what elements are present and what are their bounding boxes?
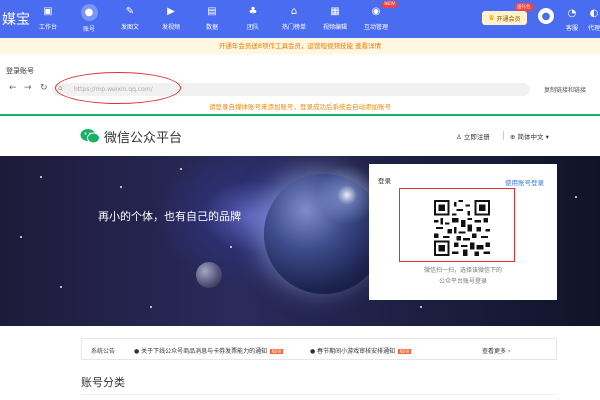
nav-item-publish-article[interactable]: ✎ 发图文 <box>113 3 147 35</box>
vip-gift-tag: 送礼包 <box>515 3 533 11</box>
app-logo[interactable]: 媒宝 <box>2 9 30 29</box>
agent-label: 代理 <box>587 25 600 32</box>
top-navigation-bar: 媒宝 ▣ 工作台 ● 账号 ✎ 发图文 ▶ 发视频 ▤ 数据 ♣ 团队 ⌂ 热门… <box>0 0 600 38</box>
new-badge: NEW <box>398 349 411 354</box>
nav-item-hot-list[interactable]: ⌂ 热门榜单 <box>277 3 311 35</box>
refresh-icon[interactable]: ↻ <box>40 83 48 93</box>
nav-label-account: 账号 <box>82 26 95 33</box>
announcement-item[interactable]: ● 春节期间小游戏审核安排通知 NEW <box>310 346 411 355</box>
vip-button[interactable]: ♛ 开通会员 <box>482 11 527 25</box>
nav-item-workbench[interactable]: ▣ 工作台 <box>31 3 65 35</box>
qr-hint-line-1: 微信扫一扫，选择该微信下的 <box>423 267 502 274</box>
announcement-text: 关于下线公众号商品消息与卡券发票能力的通知 <box>141 348 268 355</box>
small-planet-illustration <box>196 262 222 288</box>
new-badge: NEW <box>270 349 283 354</box>
nav-item-video-edit[interactable]: ▦ 视频编辑 <box>318 3 352 35</box>
avatar[interactable]: ● <box>538 8 554 24</box>
login-card-title: 登录 <box>378 177 391 185</box>
announcement-label: 系统公告 <box>91 348 116 355</box>
login-tip-text: 请登录自媒体账号来添加账号，登录成功后系统会自动添加账号 <box>209 103 391 111</box>
nav-item-team[interactable]: ♣ 团队 <box>236 3 270 35</box>
agent-icon: ◐ <box>589 8 599 19</box>
video-icon: ▶ <box>167 6 175 17</box>
announcement-text: 春节期间小游戏审核安排通知 <box>317 348 396 355</box>
nav-item-publish-video[interactable]: ▶ 发视频 <box>154 3 188 35</box>
copy-link-button[interactable]: 复制链接和链接 <box>544 85 586 94</box>
back-arrow-icon[interactable]: ← <box>9 83 17 93</box>
wechat-platform-title: 微信公众平台 <box>104 131 183 146</box>
vip-button-label: 开通会员 <box>496 15 521 23</box>
nav-item-data[interactable]: ▤ 数据 <box>195 3 229 35</box>
user-icon: ● <box>80 4 98 21</box>
nav-label-publish-article: 发图文 <box>120 24 139 31</box>
qr-hint-line-2: 公众平台账号登录 <box>438 278 487 285</box>
nav-label-interaction: 互动管理 <box>363 24 388 31</box>
nav-item-interaction[interactable]: ◉ 互动管理 NEW <box>359 1 397 35</box>
person-icon: ♙ <box>456 133 464 141</box>
language-selector[interactable]: ⊕ 简体中文 ▾ <box>510 131 549 141</box>
section-title: 账号分类 <box>81 376 125 389</box>
hero-slogan: 再小的个体，也有自己的品牌 <box>98 210 241 223</box>
workbench-icon: ▣ <box>43 6 53 17</box>
wechat-logo-icon <box>80 129 100 144</box>
nav-label-data: 数据 <box>205 24 218 31</box>
chart-icon: ▤ <box>207 6 217 17</box>
new-badge: NEW <box>382 1 397 8</box>
promo-notice-bar[interactable]: 开通年会员送8项作工具会员，运营短视频技能 查看详情 <box>0 38 600 54</box>
nav-label-workbench: 工作台 <box>38 24 57 31</box>
film-icon: ▦ <box>330 6 340 17</box>
register-label: 立即注册 <box>463 133 490 141</box>
crown-icon: ♛ <box>488 14 495 22</box>
header-divider <box>503 131 504 140</box>
nav-label-publish-video: 发视频 <box>161 24 180 31</box>
headset-icon: ◔ <box>567 8 577 19</box>
message-icon: ◉ <box>371 6 381 17</box>
chevron-right-icon: › <box>506 348 511 355</box>
service-label: 客服 <box>565 25 578 32</box>
qr-code-image[interactable] <box>434 200 490 256</box>
globe-icon: ⊕ <box>510 133 518 141</box>
service-button[interactable]: ◔ 客服 <box>562 8 582 33</box>
agent-button[interactable]: ◐ 代理 <box>584 8 600 33</box>
view-more-label: 查看更多 <box>482 348 507 355</box>
qr-scan-hint: 微信扫一扫，选择该微信下的 公众平台账号登录 <box>370 265 556 287</box>
nav-label-hot-list: 热门榜单 <box>281 24 306 31</box>
register-link[interactable]: ♙ 立即注册 <box>456 131 490 141</box>
nav-label-team: 团队 <box>246 24 259 31</box>
nav-item-account[interactable]: ● 账号 <box>72 3 106 35</box>
chevron-down-icon: ▾ <box>543 133 549 141</box>
forward-arrow-icon[interactable]: → <box>24 83 32 93</box>
nav-label-video-edit: 视频编辑 <box>322 24 347 31</box>
screenshot-root: 媒宝 ▣ 工作台 ● 账号 ✎ 发图文 ▶ 发视频 ▤ 数据 ♣ 团队 ⌂ 热门… <box>0 0 600 400</box>
edit-icon: ✎ <box>125 6 135 17</box>
home-icon: ⌂ <box>290 6 298 17</box>
language-label: 简体中文 <box>517 133 544 141</box>
team-icon: ♣ <box>248 6 258 17</box>
view-more-link[interactable]: 查看更多 › <box>482 346 510 355</box>
announcement-item[interactable]: ● 关于下线公众号商品消息与卡券发票能力的通知 NEW <box>134 346 283 355</box>
category-cards-edge <box>81 394 557 400</box>
account-login-link[interactable]: 使用账号登录 <box>505 177 544 187</box>
announcement-bar: 系统公告 ● 关于下线公众号商品消息与卡券发票能力的通知 NEW ● 春节期间小游… <box>81 338 557 360</box>
dialog-title: 登录账号 <box>6 67 34 75</box>
